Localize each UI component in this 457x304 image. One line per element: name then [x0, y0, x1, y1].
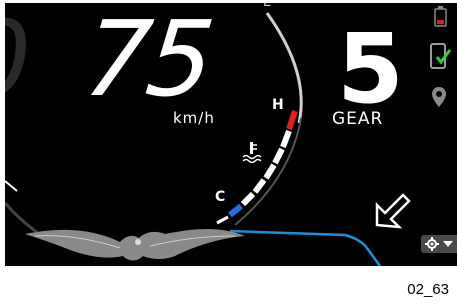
figure-caption: 02_63 [407, 281, 449, 298]
battery-icon [434, 6, 447, 27]
settings-menu-icon [425, 237, 453, 251]
eagle-logo [25, 229, 245, 261]
gear-label: GEAR [332, 109, 384, 129]
temp-hot-label: H [272, 97, 284, 113]
left-tick [5, 180, 18, 192]
temp-cold-label: C [215, 189, 226, 205]
settings-menu-button[interactable] [421, 235, 457, 253]
location-pin-icon [432, 87, 446, 107]
navigation-arrow-icon [375, 193, 411, 229]
coolant-temperature-icon [242, 142, 262, 163]
road-line [229, 229, 382, 266]
dashboard-screen: 0 75 km/h 5 GEAR E H C [5, 3, 457, 266]
phone-connected-icon [430, 43, 452, 69]
speed-unit: km/h [173, 109, 215, 127]
gear-value: 5 [337, 13, 404, 125]
speed-value: 75 [78, 3, 216, 120]
speed-ghost-digit: 0 [5, 7, 31, 111]
top-tick-label: E [263, 3, 271, 10]
